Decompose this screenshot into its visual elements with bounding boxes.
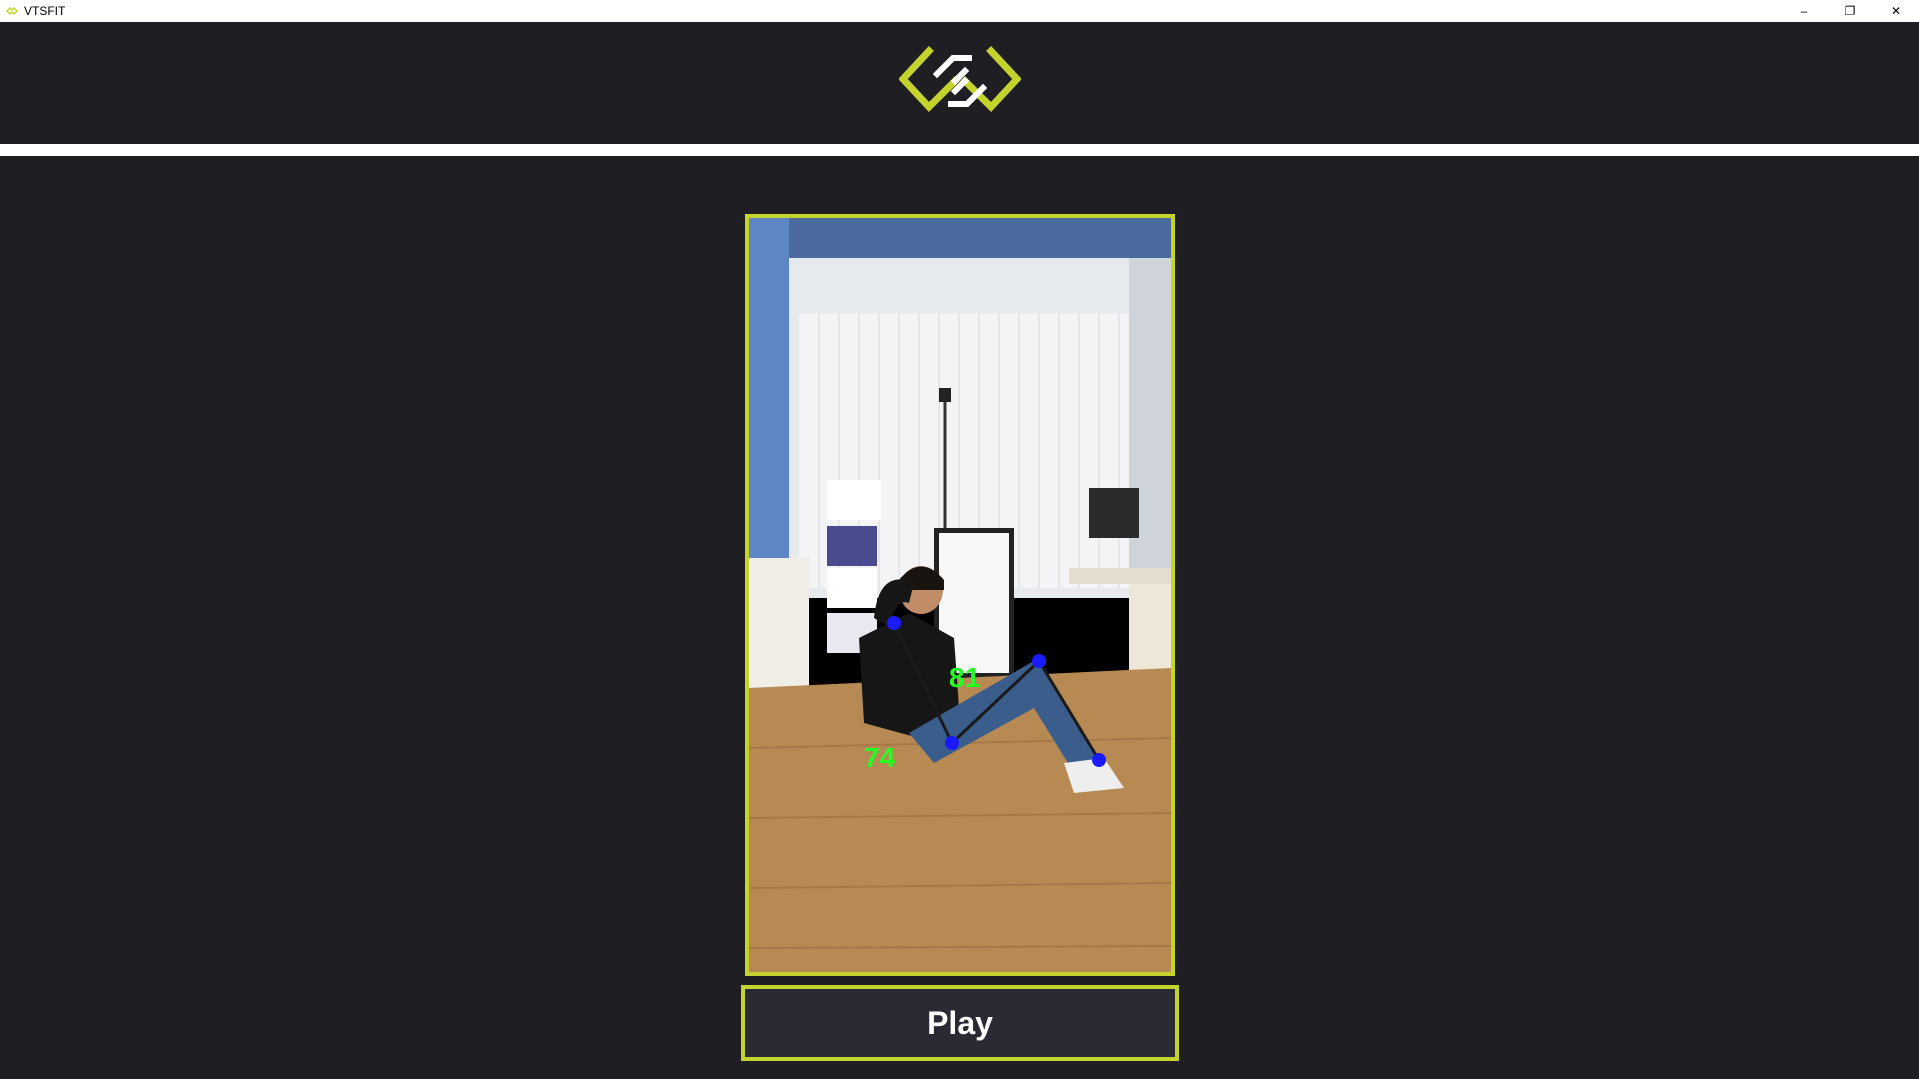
minimize-button[interactable]: – (1781, 0, 1827, 22)
video-canvas (749, 218, 1171, 972)
close-button[interactable]: ✕ (1873, 0, 1919, 22)
window-controls: – ❐ ✕ (1781, 0, 1919, 22)
knee-angle-label: 74 (864, 742, 896, 773)
play-button[interactable]: Play (741, 985, 1179, 1061)
maximize-button[interactable]: ❐ (1827, 0, 1873, 22)
app-icon (6, 5, 18, 17)
header-divider (0, 144, 1919, 156)
app-header (0, 22, 1919, 144)
hip-angle-label: 81 (949, 662, 981, 693)
vts-logo-icon (897, 45, 1022, 121)
title-bar: VTSFIT – ❐ ✕ (0, 0, 1919, 22)
window-title: VTSFIT (24, 4, 66, 18)
video-preview: 81 74 (745, 214, 1175, 976)
